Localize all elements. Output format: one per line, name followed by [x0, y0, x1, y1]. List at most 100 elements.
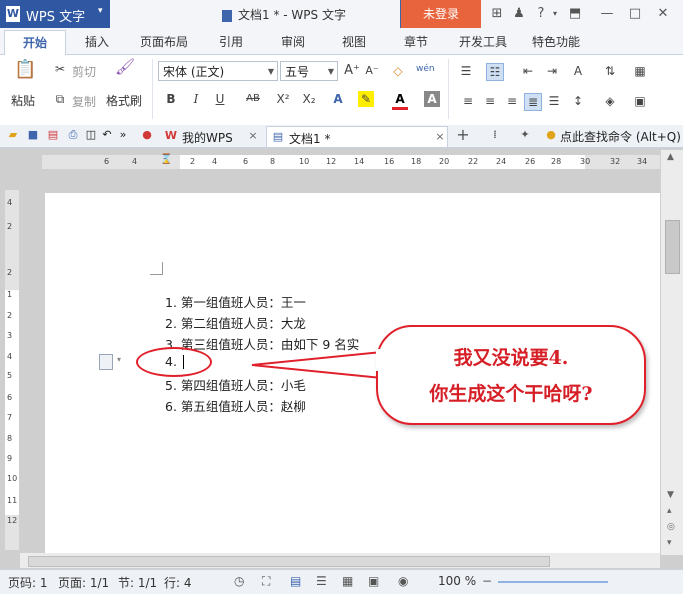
outline-view-icon[interactable]: ☰ [316, 574, 327, 588]
list-item[interactable]: 1. 第一组值班人员：王一 [165, 292, 306, 311]
indent-marker-icon[interactable]: ⌛ [160, 154, 172, 165]
sort-icon[interactable]: ⇅ [602, 63, 618, 79]
tools-icon[interactable]: ✦ [518, 128, 532, 142]
bold-icon[interactable]: B [163, 91, 179, 107]
tab-review[interactable]: 审阅 [281, 33, 305, 50]
cut-button[interactable]: 剪切 [72, 63, 96, 80]
print-icon[interactable]: ⎙ [66, 128, 80, 142]
align-left-icon[interactable]: ≡ [460, 93, 476, 109]
align-center-icon[interactable]: ≡ [482, 93, 498, 109]
zoom-level[interactable]: 100 % [438, 574, 476, 588]
select-browse-icon[interactable]: ◎ [667, 522, 675, 532]
justify-icon[interactable]: ≣ [524, 93, 542, 111]
grid-icon[interactable]: ⁞ [488, 128, 502, 142]
close-icon[interactable]: × [433, 130, 447, 144]
login-button[interactable]: 未登录 [401, 0, 481, 28]
pin-tab-icon[interactable]: ● [140, 128, 154, 142]
increase-indent-icon[interactable]: ⇥ [544, 63, 560, 79]
char-shading-icon[interactable]: A [424, 91, 440, 107]
minimize-icon[interactable]: — [599, 6, 615, 22]
reading-view-icon[interactable]: ▣ [368, 574, 379, 588]
shirt-icon[interactable]: ♟ [511, 6, 527, 22]
tab-my-wps[interactable]: W 我的WPS × [160, 126, 260, 147]
app-menu-button[interactable]: W WPS 文字 ▾ [0, 0, 110, 28]
tab-developer[interactable]: 开发工具 [459, 33, 507, 50]
distributed-icon[interactable]: ☰ [546, 93, 562, 109]
zoom-slider[interactable] [498, 581, 608, 583]
close-icon[interactable]: × [246, 129, 260, 143]
clear-format-icon[interactable]: ◇ [390, 63, 406, 79]
chevron-down-icon[interactable]: ▾ [117, 355, 121, 364]
undo-icon[interactable]: ↶ [100, 128, 114, 142]
maximize-icon[interactable]: □ [627, 6, 643, 22]
eye-protection-icon[interactable]: ◉ [398, 574, 408, 588]
brush-icon[interactable]: 🖌 [114, 59, 136, 81]
text-effect-icon[interactable]: A [330, 91, 346, 107]
line-spacing-icon[interactable]: ↕ [570, 93, 586, 109]
tab-page-layout[interactable]: 页面布局 [140, 33, 188, 50]
export-pdf-icon[interactable]: ▤ [46, 128, 60, 142]
tab-features[interactable]: 特色功能 [532, 33, 580, 50]
subscript-icon[interactable]: X₂ [300, 91, 318, 107]
ruler-tick-label: 18 [411, 157, 422, 166]
superscript-icon[interactable]: X² [274, 91, 292, 107]
list-item[interactable]: 2. 第二组值班人员：大龙 [165, 313, 306, 332]
help-dropdown-icon[interactable]: ▾ [547, 6, 563, 22]
web-view-icon[interactable]: ▦ [342, 574, 353, 588]
grow-font-icon[interactable]: A⁺ [344, 63, 360, 79]
tab-insert[interactable]: 插入 [85, 33, 109, 50]
scroll-up-icon[interactable]: ▲ [667, 152, 674, 162]
highlight-icon[interactable]: ✎ [358, 91, 374, 107]
chinese-layout-icon[interactable]: A [570, 63, 586, 79]
history-icon[interactable]: ◷ [234, 574, 244, 588]
scrollbar-thumb[interactable] [28, 556, 550, 567]
shrink-font-icon[interactable]: A⁻ [364, 63, 380, 79]
next-page-icon[interactable]: ▾ [667, 538, 672, 548]
zoom-out-icon[interactable]: − [482, 574, 492, 588]
align-right-icon[interactable]: ≡ [504, 93, 520, 109]
scrollbar-thumb[interactable] [665, 220, 680, 274]
paragraph-handle-icon[interactable] [99, 354, 113, 370]
pinyin-icon[interactable]: wén [416, 61, 435, 77]
list-item[interactable]: 6. 第五组值班人员：赵柳 [165, 396, 306, 415]
scissors-icon[interactable]: ✂ [52, 61, 68, 77]
tab-home[interactable]: 开始 [4, 30, 66, 55]
callout-pointer [251, 350, 383, 380]
tab-references[interactable]: 引用 [219, 33, 243, 50]
decrease-indent-icon[interactable]: ⇤ [520, 63, 536, 79]
command-search[interactable]: 点此查找命令 (Alt+Q) [560, 128, 681, 145]
restore-icon[interactable]: ⬒ [567, 6, 583, 22]
copy-icon[interactable]: ⧉ [52, 91, 68, 107]
pin-icon[interactable]: ⊞ [489, 6, 505, 22]
more-icon[interactable]: » [116, 128, 130, 142]
format-painter-button[interactable]: 格式刷 [106, 92, 142, 109]
numbered-list-icon[interactable]: ☷ [486, 63, 504, 81]
tab-chapter[interactable]: 章节 [404, 33, 428, 50]
font-name-select[interactable]: 宋体 (正文) ▼ [158, 61, 278, 81]
copy-button[interactable]: 复制 [72, 93, 96, 110]
shading-icon[interactable]: ◈ [602, 93, 618, 109]
font-size-select[interactable]: 五号 ▼ [280, 61, 338, 81]
fullscreen-icon[interactable]: ⛶ [262, 574, 270, 589]
font-color-icon[interactable]: A [392, 91, 408, 110]
horizontal-scrollbar[interactable] [20, 553, 660, 568]
open-folder-icon[interactable]: ▰ [6, 128, 20, 142]
new-tab-icon[interactable]: + [456, 127, 470, 143]
table-border-icon[interactable]: ▦ [632, 63, 648, 79]
preview-icon[interactable]: ◫ [84, 128, 98, 142]
tab-document1[interactable]: ▤ 文档1 * × [266, 126, 448, 147]
save-icon[interactable]: ■ [26, 128, 40, 142]
paste-icon[interactable]: 📋 [14, 59, 36, 81]
italic-icon[interactable]: I [188, 91, 204, 107]
vertical-scrollbar[interactable]: ▲ ▼ ▴ ◎ ▾ [660, 150, 683, 555]
prev-page-icon[interactable]: ▴ [667, 506, 672, 516]
close-icon[interactable]: ✕ [655, 6, 671, 22]
page-view-icon[interactable]: ▤ [290, 574, 301, 588]
border-icon[interactable]: ▣ [632, 93, 648, 109]
tab-view[interactable]: 视图 [342, 33, 366, 50]
bullet-list-icon[interactable]: ☰ [458, 63, 474, 79]
paste-button[interactable]: 粘贴 [11, 92, 35, 109]
underline-icon[interactable]: U [212, 91, 228, 107]
strikethrough-icon[interactable]: AB [242, 91, 264, 107]
scroll-down-icon[interactable]: ▼ [667, 490, 674, 500]
